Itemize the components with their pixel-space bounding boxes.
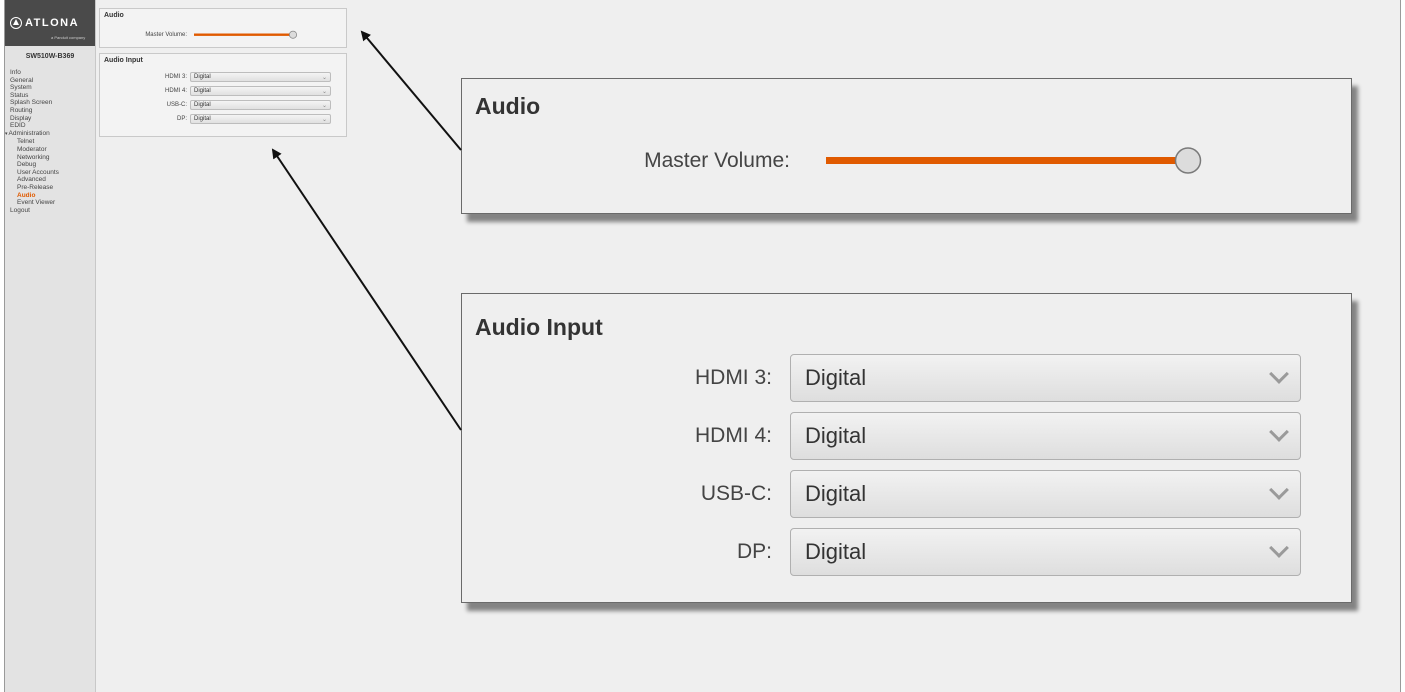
sidebar-item-info[interactable]: Info: [5, 69, 95, 77]
sidebar-item-status[interactable]: Status: [5, 92, 95, 100]
sidebar-item-label: Display: [10, 114, 32, 122]
sidebar-item-label: Advanced: [17, 176, 46, 184]
chevron-down-icon: [1269, 364, 1289, 384]
dp-select[interactable]: Digital ⌄: [190, 114, 331, 124]
slider-thumb[interactable]: [289, 30, 298, 39]
audio-input-zoom-callout: Audio Input HDMI 3: Digital HDMI 4: Digi…: [461, 293, 1352, 603]
usbc-zoom-value: Digital: [805, 481, 867, 506]
chevron-down-icon: ⌄: [321, 74, 327, 81]
sidebar-item-moderator[interactable]: Moderator: [5, 146, 95, 154]
sidebar-item-label: System: [10, 84, 32, 92]
logo-tagline: a Panduit company: [51, 35, 86, 40]
sidebar-item-label: Networking: [17, 153, 50, 161]
hdmi4-zoom-select[interactable]: Digital: [790, 412, 1301, 460]
chevron-down-icon: ⌄: [321, 88, 327, 95]
slider-track: [826, 157, 1186, 164]
caret-down-icon: ▾: [5, 130, 8, 137]
hdmi3-zoom-label: HDMI 3:: [694, 366, 772, 389]
sidebar-item-logout[interactable]: Logout: [5, 207, 95, 215]
sidebar-item-splash-screen[interactable]: Splash Screen: [5, 99, 95, 107]
hdmi4-value: Digital: [194, 88, 211, 94]
sidebar-item-general[interactable]: General: [5, 77, 95, 85]
sidebar-item-label: Moderator: [17, 145, 47, 153]
audio-input-panel-title: Audio Input: [104, 57, 143, 64]
atlona-logo[interactable]: ATLONA a Panduit company: [5, 0, 95, 46]
dp-zoom-value: Digital: [805, 539, 867, 564]
sidebar-item-label: Routing: [10, 106, 33, 114]
sidebar-item-advanced[interactable]: Advanced: [5, 176, 95, 184]
hdmi4-label: HDMI 4:: [164, 88, 187, 94]
sidebar-item-label: Event Viewer: [17, 199, 56, 207]
audio-panel-title: Audio: [104, 12, 124, 19]
audio-input-zoom-title: Audio Input: [475, 314, 603, 340]
sidebar-item-routing[interactable]: Routing: [5, 107, 95, 115]
sidebar-item-system[interactable]: System: [5, 84, 95, 92]
audio-zoom-title: Audio: [475, 93, 541, 119]
sidebar-item-networking[interactable]: Networking: [5, 154, 95, 162]
sidebar-item-label: Logout: [10, 206, 30, 214]
hdmi4-zoom-label: HDMI 4:: [694, 424, 772, 447]
usbc-zoom-label: USB-C:: [700, 482, 772, 505]
atlona-logo-icon: [10, 17, 22, 29]
master-volume-zoom-label: Master Volume:: [644, 149, 790, 172]
sidebar-item-label: User Accounts: [17, 168, 59, 176]
audio-callout-arrow: [360, 30, 462, 151]
hdmi3-zoom-value: Digital: [805, 365, 867, 390]
sidebar-item-label: Debug: [17, 161, 37, 169]
sidebar-item-pre-release[interactable]: Pre-Release: [5, 184, 95, 192]
dp-value: Digital: [194, 116, 211, 122]
logo-brand: ATLONA: [25, 16, 80, 29]
sidebar-item-label: Info: [10, 69, 21, 76]
sidebar: ATLONA a Panduit company SW510W-B369 Inf…: [5, 0, 96, 692]
sidebar-item-label: EDID: [10, 122, 26, 130]
audio-input-panel: Audio Input HDMI 3: Digital ⌄ HDMI 4: Dig…: [99, 53, 347, 137]
audio-zoom-callout: Audio Master Volume:: [461, 78, 1352, 214]
master-volume-zoom-slider[interactable]: [826, 145, 1226, 177]
audio-input-callout-arrow: [271, 148, 462, 431]
chevron-down-icon: [1269, 538, 1289, 558]
usbc-zoom-select[interactable]: Digital: [790, 470, 1301, 518]
hdmi3-value: Digital: [194, 74, 211, 80]
slider-thumb[interactable]: [1174, 147, 1202, 174]
sidebar-item-audio[interactable]: Audio: [5, 192, 95, 200]
dp-zoom-select[interactable]: Digital: [790, 528, 1301, 576]
hdmi4-select[interactable]: Digital ⌄: [190, 86, 331, 96]
chevron-down-icon: [1269, 480, 1289, 500]
chevron-down-icon: ⌄: [321, 102, 327, 109]
master-volume-slider[interactable]: [190, 30, 300, 40]
sidebar-item-edid[interactable]: EDID: [5, 122, 95, 130]
dp-label: DP:: [176, 116, 187, 122]
hdmi3-zoom-select[interactable]: Digital: [790, 354, 1301, 402]
slider-track: [194, 33, 292, 36]
app-window: ATLONA a Panduit company SW510W-B369 Inf…: [4, 0, 1401, 692]
sidebar-item-user-accounts[interactable]: User Accounts: [5, 169, 95, 177]
sidebar-item-label: Pre-Release: [17, 183, 54, 191]
hdmi3-select[interactable]: Digital ⌄: [190, 72, 331, 82]
sidebar-item-label: Status: [10, 91, 29, 99]
sidebar-item-debug[interactable]: Debug: [5, 161, 95, 169]
sidebar-nav: Info General System Status Splash Screen Rout…: [5, 69, 95, 214]
hdmi3-label: HDMI 3:: [164, 74, 187, 80]
chevron-down-icon: [1269, 422, 1289, 442]
device-name: SW510W-B369: [25, 53, 75, 60]
sidebar-item-telnet[interactable]: Telnet: [5, 138, 95, 146]
audio-panel: Audio Master Volume:: [99, 8, 347, 48]
dp-zoom-label: DP:: [736, 540, 772, 563]
chevron-down-icon: ⌄: [321, 116, 327, 123]
usbc-select[interactable]: Digital ⌄: [190, 100, 331, 110]
master-volume-label: Master Volume:: [145, 32, 187, 38]
sidebar-item-label: Administration: [8, 129, 50, 137]
usbc-label: USB-C:: [166, 102, 187, 108]
sidebar-item-administration[interactable]: ▾Administration: [5, 130, 95, 139]
hdmi4-zoom-value: Digital: [805, 423, 867, 448]
sidebar-item-label: General: [10, 76, 34, 84]
sidebar-item-display[interactable]: Display: [5, 115, 95, 123]
sidebar-item-event-viewer[interactable]: Event Viewer: [5, 199, 95, 207]
sidebar-item-label: Audio: [17, 191, 36, 199]
sidebar-item-label: Splash Screen: [10, 99, 53, 107]
usbc-value: Digital: [194, 102, 211, 108]
sidebar-item-label: Telnet: [17, 138, 35, 146]
